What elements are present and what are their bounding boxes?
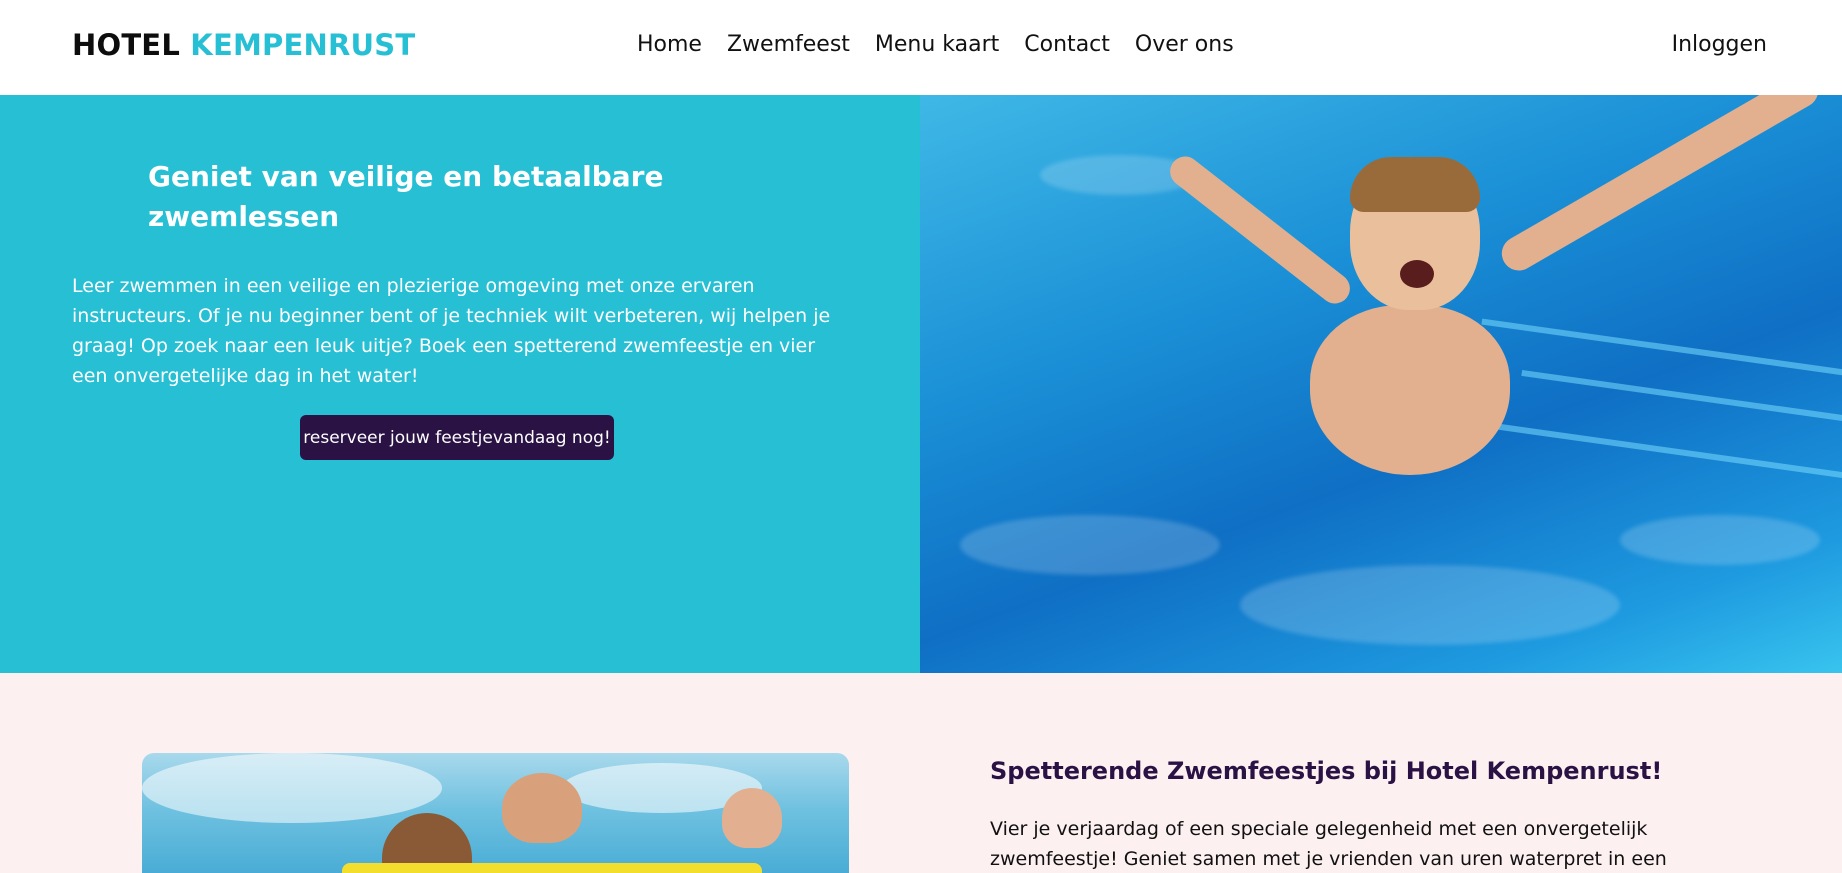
hero-panel: Geniet van veilige en betaalbare zwemles… [0,95,920,673]
hero-text: Leer zwemmen in een veilige en plezierig… [72,275,831,387]
hero-swimmer-image [920,95,1842,673]
logo-hotel: HOTEL [72,28,180,62]
main-nav: Home Zwemfeest Menu kaart Contact Over o… [637,32,1234,57]
party-section-text: Vier je verjaardag of een speciale geleg… [990,818,1667,870]
party-section: Spetterende Zwemfeestjes bij Hotel Kempe… [0,673,1842,873]
party-pool-image [142,753,849,873]
reserve-party-button[interactable]: reserveer jouw feestjevandaag nog! [300,415,614,460]
hero-title: Geniet van veilige en betaalbare zwemles… [148,160,664,233]
nav-contact[interactable]: Contact [1024,32,1110,57]
nav-over-ons[interactable]: Over ons [1135,32,1234,57]
nav-home[interactable]: Home [637,32,702,57]
party-section-title: Spetterende Zwemfeestjes bij Hotel Kempe… [990,757,1663,785]
login-link[interactable]: Inloggen [1672,32,1767,57]
site-header: HOTEL KEMPENRUST Home Zwemfeest Menu kaa… [0,0,1842,95]
logo-kempenrust: KEMPENRUST [190,28,416,62]
site-logo[interactable]: HOTEL KEMPENRUST [72,28,415,62]
nav-menu-kaart[interactable]: Menu kaart [875,32,999,57]
nav-zwemfeest[interactable]: Zwemfeest [727,32,850,57]
